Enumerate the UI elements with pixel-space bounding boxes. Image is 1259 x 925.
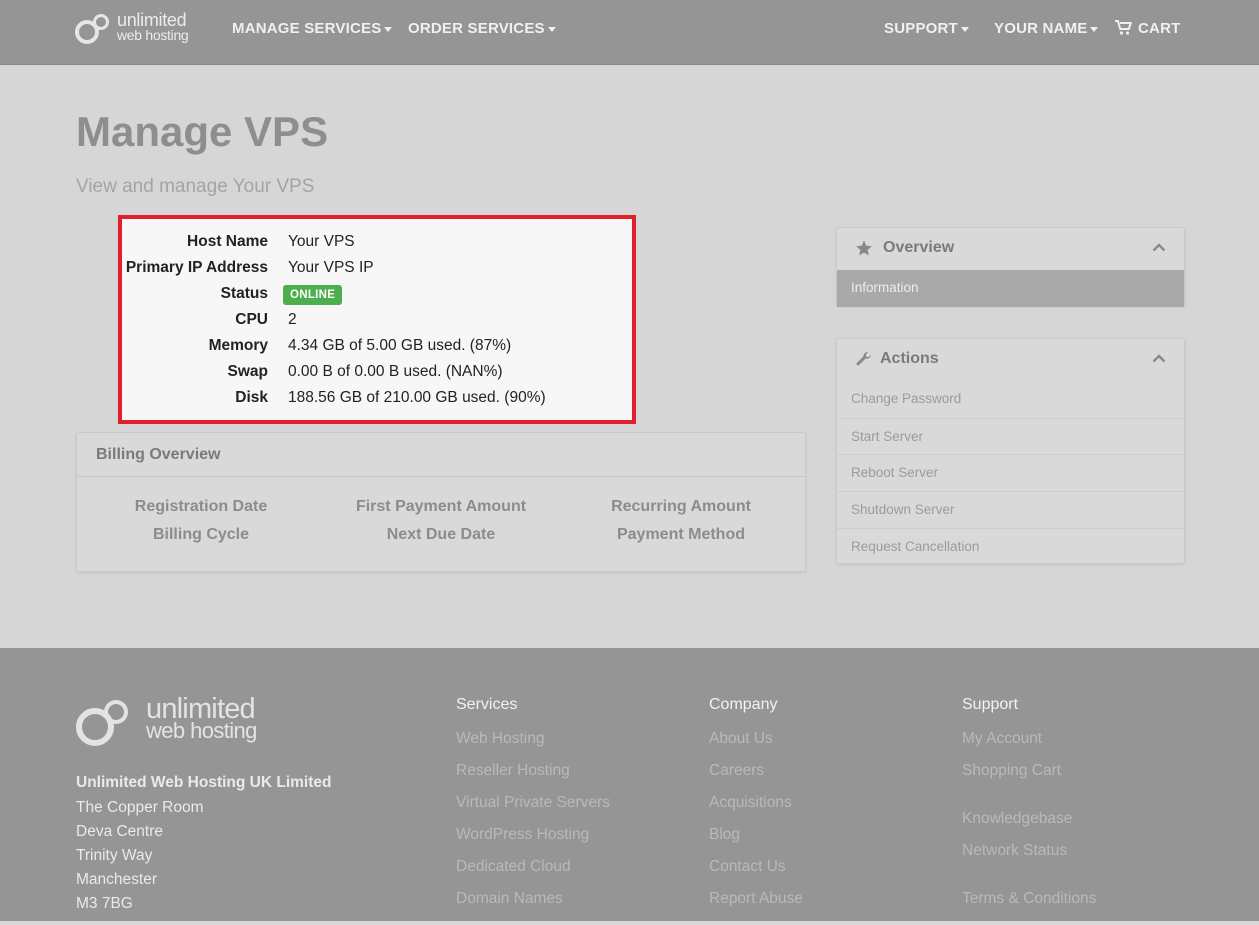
billing-payment-method: Payment Method: [616, 526, 745, 543]
footer-address-line: The Copper Room: [76, 799, 204, 816]
caret-down-icon: [384, 26, 393, 32]
star-icon: [856, 240, 872, 256]
caret-down-icon: [960, 26, 969, 32]
footer-company-title: Company: [709, 696, 778, 713]
footer-link-report-abuse[interactable]: Report Abuse: [709, 890, 803, 908]
footer-link-shopping-cart[interactable]: Shopping Cart: [962, 762, 1061, 780]
logo-mark-icon: [75, 12, 115, 44]
billing-first-payment: First Payment Amount: [355, 498, 527, 515]
info-row-disk: Disk 188.56 GB of 210.00 GB used. (90%): [235, 389, 546, 406]
info-row-hostname: Host Name Your VPS: [187, 233, 355, 250]
footer-link-terms-conditions[interactable]: Terms & Conditions: [962, 890, 1096, 908]
footer-link-knowledgebase[interactable]: Knowledgebase: [962, 810, 1072, 828]
billing-recurring-amount: Recurring Amount: [611, 498, 751, 515]
footer-bottom-strip: [0, 921, 1259, 925]
info-row-status: Status ONLINE: [122, 282, 632, 308]
footer-link-domain-names[interactable]: Domain Names: [456, 890, 563, 908]
footer-link-web-hosting[interactable]: Web Hosting: [456, 730, 544, 748]
billing-registration-date: Registration Date: [134, 498, 268, 515]
cart-icon: [1115, 20, 1132, 35]
sidebar-actions-title: Actions: [880, 350, 939, 367]
sidebar-overview-title: Overview: [883, 239, 955, 256]
sidebar-item-start-server[interactable]: Start Server: [837, 418, 1184, 455]
nav-order-services[interactable]: ORDER SERVICES: [408, 20, 556, 37]
logo-mark-icon: [76, 696, 136, 746]
footer-services-title: Services: [456, 696, 518, 713]
sidebar-item-reboot-server[interactable]: Reboot Server: [837, 454, 1184, 491]
sidebar-actions-header[interactable]: Actions: [837, 339, 1184, 381]
sidebar-item-change-password[interactable]: Change Password: [837, 381, 1184, 418]
footer-address-line: Trinity Way: [76, 847, 153, 864]
footer-company-name: Unlimited Web Hosting UK Limited: [76, 774, 332, 791]
billing-overview-panel: Billing Overview Registration Date First…: [76, 432, 806, 572]
sidebar-overview-panel: Overview Information: [836, 227, 1185, 307]
footer-logo[interactable]: unlimited web hosting: [76, 695, 257, 746]
footer-support-title: Support: [962, 696, 1019, 713]
brand-logo[interactable]: unlimited web hosting: [75, 10, 189, 44]
footer-address-line: Manchester: [76, 871, 157, 888]
footer-link-contact-us[interactable]: Contact Us: [709, 858, 786, 876]
footer-address-line: Deva Centre: [76, 823, 164, 840]
nav-support[interactable]: SUPPORT: [884, 20, 969, 37]
footer-link-my-account[interactable]: My Account: [962, 730, 1042, 748]
sidebar-item-shutdown-server[interactable]: Shutdown Server: [837, 491, 1184, 528]
footer-link-reseller-hosting[interactable]: Reseller Hosting: [456, 762, 570, 780]
footer-address-line: M3 7BG: [76, 895, 133, 912]
info-row-swap: Swap 0.00 B of 0.00 B used. (NAN%): [227, 363, 503, 380]
billing-next-due-date: Next Due Date: [386, 526, 496, 543]
sidebar-overview-header[interactable]: Overview: [837, 228, 1184, 270]
caret-down-icon: [1090, 26, 1099, 32]
brand-line1: unlimited: [117, 10, 187, 30]
info-row-memory: Memory 4.34 GB of 5.00 GB used. (87%): [208, 337, 512, 354]
nav-manage-services[interactable]: MANAGE SERVICES: [232, 20, 393, 37]
brand-line2: web hosting: [117, 27, 189, 43]
footer-link-about-us[interactable]: About Us: [709, 730, 773, 748]
chevron-up-icon[interactable]: [1152, 353, 1166, 363]
footer-link-network-status[interactable]: Network Status: [962, 842, 1067, 860]
caret-down-icon: [547, 26, 556, 32]
info-row-ip: Primary IP Address Your VPS IP: [125, 259, 374, 276]
billing-cycle: Billing Cycle: [152, 526, 250, 543]
footer-link-acquisitions[interactable]: Acquisitions: [709, 794, 792, 812]
info-row-cpu: CPU 2: [235, 311, 297, 328]
nav-your-name[interactable]: YOUR NAME: [994, 20, 1099, 37]
vps-info-panel: Host Name Your VPS Primary IP Address Yo…: [118, 215, 636, 424]
footer-link-wordpress-hosting[interactable]: WordPress Hosting: [456, 826, 589, 844]
billing-overview-title: Billing Overview: [96, 446, 221, 463]
status-badge: ONLINE: [283, 285, 343, 305]
footer-link-blog[interactable]: Blog: [709, 826, 740, 844]
page-title: Manage VPS: [76, 108, 329, 155]
footer-link-vps[interactable]: Virtual Private Servers: [456, 794, 610, 812]
footer-link-dedicated-cloud[interactable]: Dedicated Cloud: [456, 858, 571, 876]
sidebar-item-information[interactable]: Information: [837, 270, 1184, 307]
wrench-icon: [856, 352, 871, 366]
sidebar-actions-panel: Actions Change Password Start Server Reb…: [836, 338, 1185, 564]
footer-link-careers[interactable]: Careers: [709, 762, 764, 780]
site-footer: unlimited web hosting Unlimited Web Host…: [0, 648, 1259, 921]
top-navbar: unlimited web hosting MANAGE SERVICES OR…: [0, 0, 1259, 65]
sidebar-item-request-cancellation[interactable]: Request Cancellation: [837, 528, 1184, 565]
chevron-up-icon[interactable]: [1152, 242, 1166, 252]
page-subtitle: View and manage Your VPS: [76, 176, 315, 197]
nav-cart[interactable]: CART: [1115, 20, 1180, 37]
